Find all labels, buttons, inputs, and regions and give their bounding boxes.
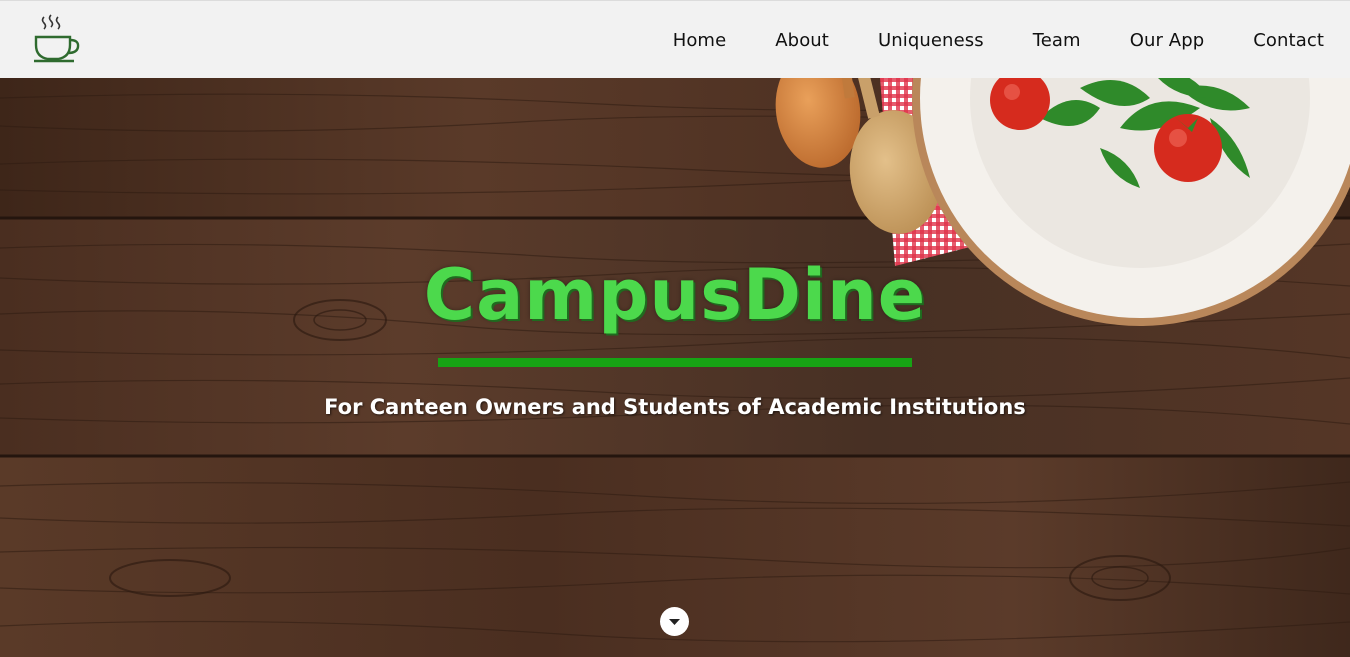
nav-uniqueness-link[interactable]: Uniqueness [878,30,984,51]
hero-section: CampusDine For Canteen Owners and Studen… [0,78,1350,657]
nav-contact-link[interactable]: Contact [1253,30,1324,51]
nav-menu: Home About Uniqueness Team Our App Conta… [624,1,1324,79]
title-underline [438,358,912,367]
nav-about-link[interactable]: About [775,30,829,51]
wood-table-background [0,78,1350,657]
nav-home-link[interactable]: Home [673,30,727,51]
scroll-down-button[interactable] [660,607,689,636]
brand-title: CampusDine [423,254,927,336]
nav-team-link[interactable]: Team [1033,30,1081,51]
nav-our-app-link[interactable]: Our App [1130,30,1205,51]
navbar: Home About Uniqueness Team Our App Conta… [0,0,1350,78]
coffee-cup-icon[interactable] [32,13,82,65]
caret-down-icon [669,619,680,625]
hero-tagline: For Canteen Owners and Students of Acade… [324,395,1026,419]
